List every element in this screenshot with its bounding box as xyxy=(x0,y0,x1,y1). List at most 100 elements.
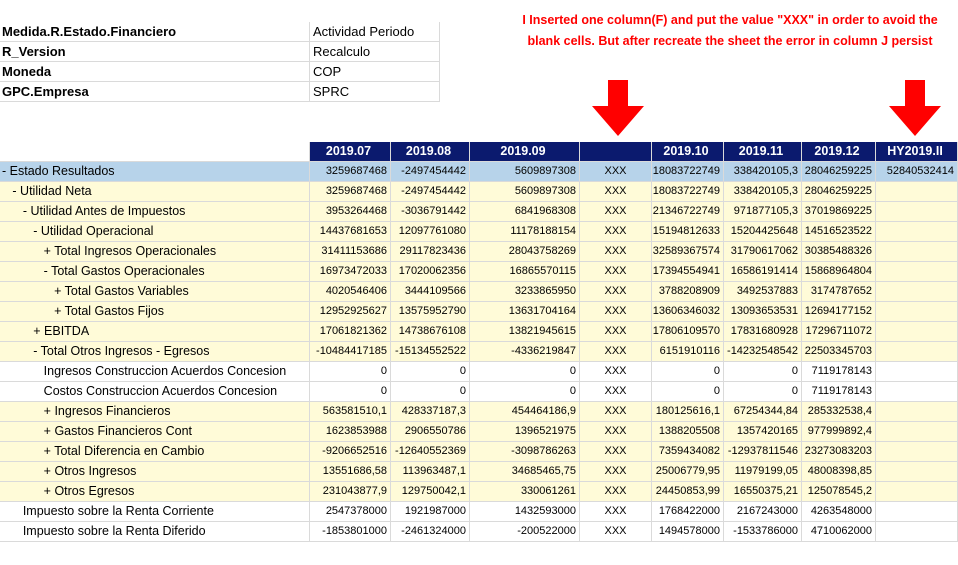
table-cell[interactable]: 13821945615 xyxy=(470,322,580,342)
table-cell[interactable]: 17061821362 xyxy=(310,322,391,342)
table-cell[interactable]: XXX xyxy=(580,162,652,182)
table-cell[interactable]: -2497454442 xyxy=(391,182,470,202)
column-header[interactable]: 2019.09 xyxy=(470,142,580,162)
table-cell[interactable] xyxy=(876,242,958,262)
table-cell[interactable]: -15134552522 xyxy=(391,342,470,362)
meta-label[interactable]: R_Version xyxy=(0,42,310,62)
table-cell[interactable]: 12694177152 xyxy=(802,302,876,322)
table-cell[interactable]: 0 xyxy=(724,362,802,382)
table-cell[interactable]: 16865570115 xyxy=(470,262,580,282)
table-cell[interactable] xyxy=(876,502,958,522)
row-label[interactable]: - Estado Resultados xyxy=(0,162,310,182)
row-label[interactable]: Impuesto sobre la Renta Corriente xyxy=(0,502,310,522)
table-cell[interactable]: 113963487,1 xyxy=(391,462,470,482)
table-cell[interactable]: 17806109570 xyxy=(652,322,724,342)
table-cell[interactable] xyxy=(876,262,958,282)
table-cell[interactable]: 28046259225 xyxy=(802,182,876,202)
table-cell[interactable]: XXX xyxy=(580,362,652,382)
table-cell[interactable]: 22503345703 xyxy=(802,342,876,362)
table-cell[interactable]: XXX xyxy=(580,342,652,362)
table-cell[interactable]: 18083722749 xyxy=(652,162,724,182)
table-cell[interactable]: 23273083203 xyxy=(802,442,876,462)
table-cell[interactable]: 971877105,3 xyxy=(724,202,802,222)
table-cell[interactable]: -2497454442 xyxy=(391,162,470,182)
table-cell[interactable]: 1388205508 xyxy=(652,422,724,442)
table-cell[interactable]: 6151910116 xyxy=(652,342,724,362)
table-cell[interactable]: 30385488326 xyxy=(802,242,876,262)
table-cell[interactable] xyxy=(876,202,958,222)
table-cell[interactable]: 29117823436 xyxy=(391,242,470,262)
column-header[interactable]: 2019.10 xyxy=(652,142,724,162)
table-cell[interactable]: 24450853,99 xyxy=(652,482,724,502)
table-cell[interactable]: 28046259225 xyxy=(802,162,876,182)
table-cell[interactable]: -1853801000 xyxy=(310,522,391,542)
meta-value[interactable]: Actividad Periodo xyxy=(310,22,440,42)
row-label[interactable]: + Ingresos Financieros xyxy=(0,402,310,422)
table-cell[interactable]: 21346722749 xyxy=(652,202,724,222)
table-cell[interactable] xyxy=(876,522,958,542)
column-header[interactable]: 2019.12 xyxy=(802,142,876,162)
table-cell[interactable]: 14437681653 xyxy=(310,222,391,242)
table-cell[interactable]: 67254344,84 xyxy=(724,402,802,422)
table-cell[interactable]: 3492537883 xyxy=(724,282,802,302)
table-cell[interactable]: 0 xyxy=(310,382,391,402)
column-header[interactable]: 2019.07 xyxy=(310,142,391,162)
table-cell[interactable] xyxy=(876,382,958,402)
meta-label[interactable]: GPC.Empresa xyxy=(0,82,310,102)
table-cell[interactable]: 13551686,58 xyxy=(310,462,391,482)
table-cell[interactable]: 563581510,1 xyxy=(310,402,391,422)
table-cell[interactable]: 129750042,1 xyxy=(391,482,470,502)
table-cell[interactable]: XXX xyxy=(580,522,652,542)
table-cell[interactable]: 2167243000 xyxy=(724,502,802,522)
table-cell[interactable]: 0 xyxy=(724,382,802,402)
table-cell[interactable]: 3233865950 xyxy=(470,282,580,302)
table-cell[interactable]: 37019869225 xyxy=(802,202,876,222)
table-cell[interactable]: 0 xyxy=(470,382,580,402)
table-cell[interactable]: 3174787652 xyxy=(802,282,876,302)
table-cell[interactable]: XXX xyxy=(580,222,652,242)
table-cell[interactable]: 454464186,9 xyxy=(470,402,580,422)
table-cell[interactable]: 25006779,95 xyxy=(652,462,724,482)
table-cell[interactable]: XXX xyxy=(580,242,652,262)
table-cell[interactable]: 125078545,2 xyxy=(802,482,876,502)
row-label[interactable]: - Utilidad Neta xyxy=(0,182,310,202)
table-cell[interactable]: 15204425648 xyxy=(724,222,802,242)
table-cell[interactable]: 2547378000 xyxy=(310,502,391,522)
table-cell[interactable]: 3444109566 xyxy=(391,282,470,302)
row-label[interactable]: + Total Ingresos Operacionales xyxy=(0,242,310,262)
table-cell[interactable]: 231043877,9 xyxy=(310,482,391,502)
table-cell[interactable]: 428337187,3 xyxy=(391,402,470,422)
table-cell[interactable]: 330061261 xyxy=(470,482,580,502)
table-cell[interactable]: 0 xyxy=(391,382,470,402)
table-cell[interactable]: XXX xyxy=(580,322,652,342)
table-cell[interactable]: 28043758269 xyxy=(470,242,580,262)
table-cell[interactable]: 48008398,85 xyxy=(802,462,876,482)
table-cell[interactable]: XXX xyxy=(580,282,652,302)
table-cell[interactable]: -3098786263 xyxy=(470,442,580,462)
row-label[interactable]: + Otros Egresos xyxy=(0,482,310,502)
table-cell[interactable]: 3259687468 xyxy=(310,182,391,202)
table-cell[interactable]: -200522000 xyxy=(470,522,580,542)
column-header[interactable]: 2019.08 xyxy=(391,142,470,162)
header-blank[interactable] xyxy=(0,142,310,162)
table-cell[interactable] xyxy=(876,422,958,442)
row-label[interactable]: + EBITDA xyxy=(0,322,310,342)
table-cell[interactable]: 0 xyxy=(652,362,724,382)
table-cell[interactable]: 1396521975 xyxy=(470,422,580,442)
table-cell[interactable]: 180125616,1 xyxy=(652,402,724,422)
table-cell[interactable] xyxy=(876,482,958,502)
table-cell[interactable]: XXX xyxy=(580,442,652,462)
row-label[interactable]: Ingresos Construccion Acuerdos Concesion xyxy=(0,362,310,382)
row-label[interactable]: - Total Otros Ingresos - Egresos xyxy=(0,342,310,362)
table-cell[interactable]: XXX xyxy=(580,302,652,322)
table-cell[interactable]: 13606346032 xyxy=(652,302,724,322)
meta-label[interactable]: Medida.R.Estado.Financiero xyxy=(0,22,310,42)
row-label[interactable]: - Utilidad Operacional xyxy=(0,222,310,242)
table-cell[interactable]: 3788208909 xyxy=(652,282,724,302)
table-cell[interactable]: 14738676108 xyxy=(391,322,470,342)
table-cell[interactable]: 5609897308 xyxy=(470,162,580,182)
table-cell[interactable]: 15868964804 xyxy=(802,262,876,282)
table-cell[interactable] xyxy=(876,222,958,242)
table-cell[interactable] xyxy=(876,342,958,362)
table-cell[interactable] xyxy=(876,302,958,322)
